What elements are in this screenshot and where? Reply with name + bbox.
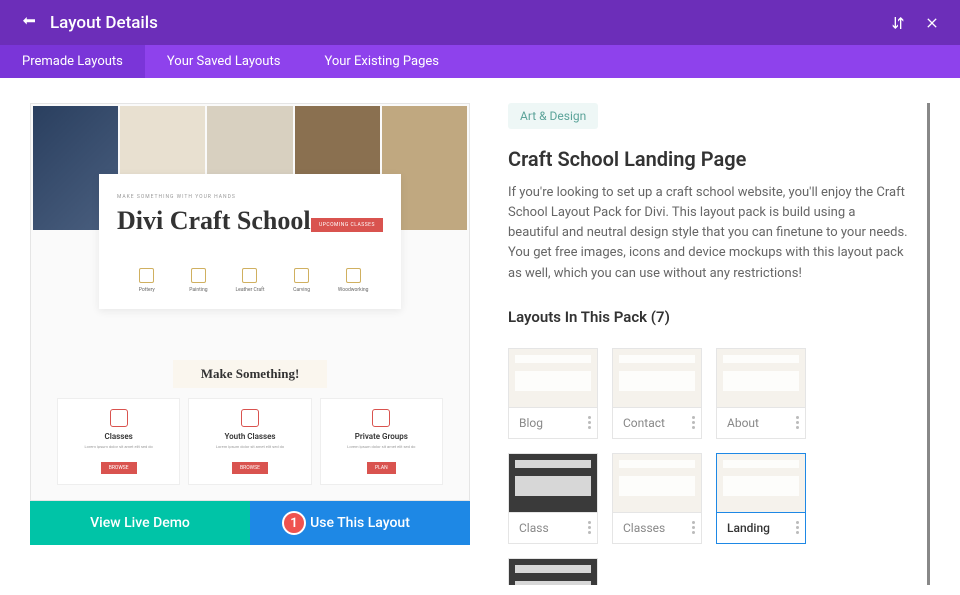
thumb-label: About — [727, 416, 759, 430]
view-demo-button[interactable]: View Live Demo — [30, 501, 250, 545]
tabs: Premade LayoutsYour Saved LayoutsYour Ex… — [0, 45, 960, 78]
kebab-icon[interactable] — [692, 521, 695, 534]
kebab-icon[interactable] — [796, 521, 799, 534]
right-column: Art & Design Craft School Landing Page I… — [508, 103, 930, 585]
layout-description: If you're looking to set up a craft scho… — [508, 183, 909, 284]
close-icon[interactable] — [924, 15, 940, 31]
step-marker: 1 — [282, 511, 306, 535]
header: Layout Details — [0, 0, 960, 45]
thumb-class[interactable]: Class — [508, 453, 598, 544]
kebab-icon[interactable] — [796, 416, 799, 429]
category-badge[interactable]: Art & Design — [508, 103, 598, 129]
thumb-label: Blog — [519, 416, 543, 430]
preview-mid: Make Something! — [173, 360, 328, 388]
use-label: Use This Layout — [310, 515, 410, 531]
main: MAKE SOMETHING WITH YOUR HANDS Divi Craf… — [0, 78, 960, 595]
demo-label: View Live Demo — [90, 515, 190, 531]
left-column: MAKE SOMETHING WITH YOUR HANDS Divi Craf… — [30, 103, 470, 585]
thumb-contact[interactable]: Contact — [612, 348, 702, 439]
layout-preview: MAKE SOMETHING WITH YOUR HANDS Divi Craf… — [30, 103, 470, 501]
preview-subtitle: MAKE SOMETHING WITH YOUR HANDS — [117, 194, 383, 200]
page-title: Layout Details — [50, 13, 890, 33]
thumb-home[interactable]: Home — [508, 558, 598, 585]
kebab-icon[interactable] — [588, 416, 591, 429]
thumb-blog[interactable]: Blog — [508, 348, 598, 439]
thumb-label: Landing — [727, 521, 770, 535]
layout-title: Craft School Landing Page — [508, 147, 909, 171]
tab-your-saved-layouts[interactable]: Your Saved Layouts — [145, 45, 303, 78]
layout-thumbnails: Blog Contact About Class Classes Landing Home — [508, 348, 909, 585]
kebab-icon[interactable] — [692, 416, 695, 429]
thumb-label: Contact — [623, 416, 665, 430]
thumb-about[interactable]: About — [716, 348, 806, 439]
tab-premade-layouts[interactable]: Premade Layouts — [0, 45, 145, 78]
thumb-label: Classes — [623, 521, 665, 535]
thumb-label: Class — [519, 521, 549, 535]
use-layout-button[interactable]: 1 Use This Layout — [250, 501, 470, 545]
kebab-icon[interactable] — [588, 521, 591, 534]
sort-icon[interactable] — [890, 15, 906, 31]
thumb-landing[interactable]: Landing — [716, 453, 806, 544]
tab-your-existing-pages[interactable]: Your Existing Pages — [302, 45, 461, 78]
header-actions — [890, 15, 940, 31]
thumb-classes[interactable]: Classes — [612, 453, 702, 544]
action-buttons: View Live Demo 1 Use This Layout — [30, 501, 470, 545]
back-icon[interactable] — [20, 14, 38, 32]
preview-cta: UPCOMING CLASSES — [311, 218, 383, 232]
pack-title: Layouts In This Pack (7) — [508, 308, 909, 326]
